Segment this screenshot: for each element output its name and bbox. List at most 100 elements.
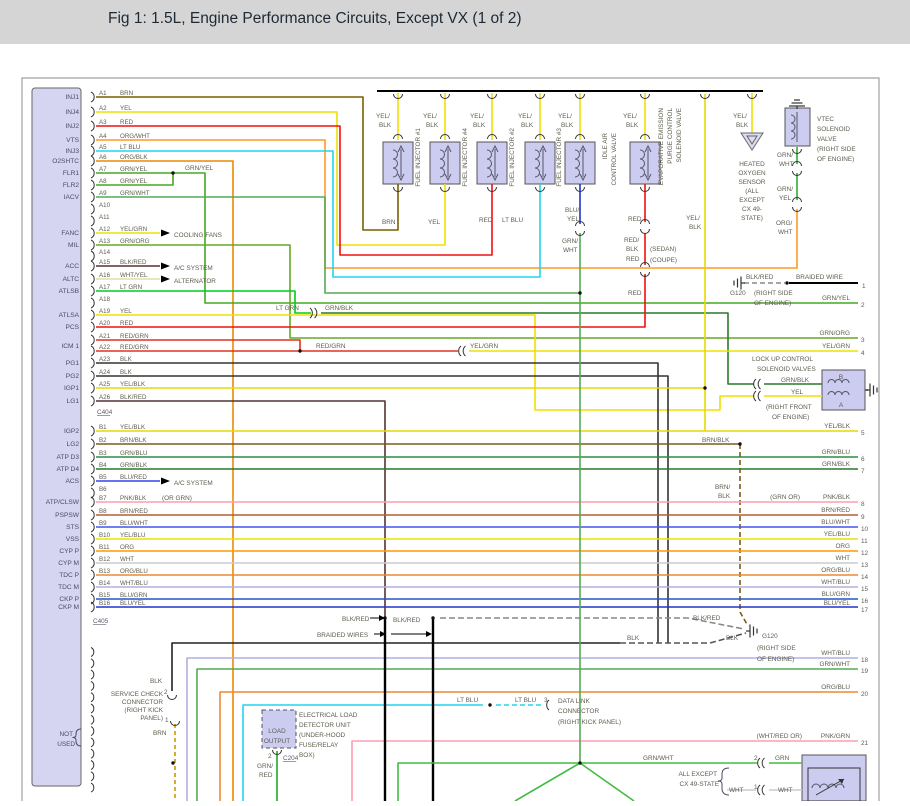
diagram-label: (RIGHT FRONT [766,404,812,411]
diagram-label: GRN/ [562,238,578,245]
diagram-label: (RIGHT SIDE [817,146,856,153]
diagram-label: OF ENGINE) [772,414,809,421]
inline-connector [761,757,765,769]
pin-number-A18: A18 [99,296,111,303]
pin-hook-A18 [90,297,95,309]
pin-wire-color-A23: BLK [120,356,133,363]
pin-hook-A22 [90,345,95,357]
diagram-label: GRN/YEL [822,295,851,302]
diagram-label: WHT [778,229,793,236]
diagram-label: BLK [626,122,639,129]
ecm-terminal-B11: CYP P [59,548,79,555]
pin-wire-color-A17: LT GRN [120,284,142,291]
component-label: FUEL INJECTOR #4 [462,128,469,187]
system-arrow [161,229,170,237]
pin-number-B6: B6 [99,486,107,493]
ecm-terminal-A2: INJ4 [65,109,79,116]
diagram-label: (COUPE) [650,257,677,264]
diagram-label: YEL/ [623,113,637,120]
pin-number-B9: B9 [99,520,107,527]
ecm-terminal-A19: ATLSA [59,312,80,319]
diagram-label: (RIGHT KICK PANEL) [558,719,621,726]
diagram-label: LT BLU [457,697,478,704]
pin-hook-B2 [90,438,95,450]
diagram-label: GRN/BLK [822,461,851,468]
ecm-terminal-A6: O2SHTC [52,158,79,165]
pin-wire-color-B9: BLU/WHT [120,520,148,527]
not-used-pin-hook [90,760,95,770]
pin-hook-B14 [90,581,95,593]
diagram-label: RED [259,772,273,779]
pin-hook-A11 [90,215,95,227]
component-box [564,141,596,185]
diagram-label: 15 [861,586,869,593]
diagram-label: (GRN OR) [770,494,800,501]
pin-hook-A15 [90,260,95,272]
diagram-label: GRN/BLU [822,449,851,456]
diagram-label: BLK [473,122,486,129]
diagram-label: GRN/BLK [781,377,810,384]
diagram-label: BRN [382,219,396,226]
diagram-label: RED [626,256,640,263]
component-box [429,141,461,185]
component-box [476,141,508,185]
diagram-label: BLK [627,635,640,642]
pin-wire-color-A15: BLK/RED [120,259,147,266]
diagram-label: GRN/WHT [643,755,674,762]
inline-connector [757,757,761,769]
diagram-label: GRN/ [257,763,273,770]
diagram-label: BRAIDED WIRES [317,632,368,639]
pin-number-A16: A16 [99,272,111,279]
diagram-label: 10 [861,526,869,533]
inline-connector [462,345,466,357]
diagram-label: PNK/GRN [821,733,851,740]
diagram-label: VTEC [817,116,834,123]
pin-number-A17: A17 [99,284,111,291]
ecm-terminal-B3: ATP D3 [57,454,80,461]
diagram-label: DATA LINK [558,698,590,705]
diagram-label: SENSOR [739,179,766,186]
ecm-terminal-A25: IGP1 [64,385,79,392]
pin-wire-color-A9: GRN/WHT [120,190,150,197]
pin-hook-B13 [90,569,95,581]
pin-wire-color-B7: PNK/BLK [120,495,147,502]
diagram-label: 16 [861,598,869,605]
diagram-label: 12 [861,550,869,557]
diagram-label: RED [628,216,642,223]
diagram-label: LT GRN [276,305,299,312]
ecm-terminal-A9: IACV [64,194,80,201]
pin-wire-color-B11: ORG [120,544,134,551]
diagram-label: (WHT/RED OR) [757,733,802,740]
diagram-label: WHT/BLU [821,579,850,586]
diagram-label: OF ENGINE) [817,156,854,163]
wiring-diagram: A1 BRN INJ1 A2 YEL INJ4 A3 RED INJ2 A4 ORG/WHT VTS A… [0,0,910,806]
diagram-label: YEL [428,219,441,226]
pin-number-A13: A13 [99,238,111,245]
not-used-pin-hook [90,726,95,737]
pin-number-B12: B12 [99,556,111,563]
diagram-label: LOAD [268,728,286,735]
diagram-label: (RIGHT SIDE [757,645,796,652]
pin-hook-A6 [90,155,95,167]
pin-number-A22: A22 [99,344,111,351]
diagram-label: RED/GRN [316,343,346,350]
component-label: IDLE AIR [602,133,609,160]
pin-number-A21: A21 [99,333,111,340]
component-box [629,141,661,185]
diagram-label: YEL/GRN [822,343,850,350]
pin-hook-B1 [90,425,95,437]
pointer-arrow-head [426,631,432,637]
pin-number-B15: B15 [99,592,111,599]
diagram-label: GRN/YEL [185,165,214,172]
ecm-terminal-A20: PCS [65,324,79,331]
diagram-label: BLK [521,122,534,129]
diagram-label: SERVICE CHECK [111,691,164,698]
pin-hook-A20 [90,321,95,333]
wire-grn-bottom-branch-l [514,762,581,802]
junction-dot [171,761,175,765]
pin-number-B10: B10 [99,532,111,539]
diagram-label: 13 [861,562,869,569]
pin-wire-color-A5: LT BLU [120,144,140,151]
diagram-label: PNK/BLK [823,494,851,501]
pin-number-A12: A12 [99,226,111,233]
